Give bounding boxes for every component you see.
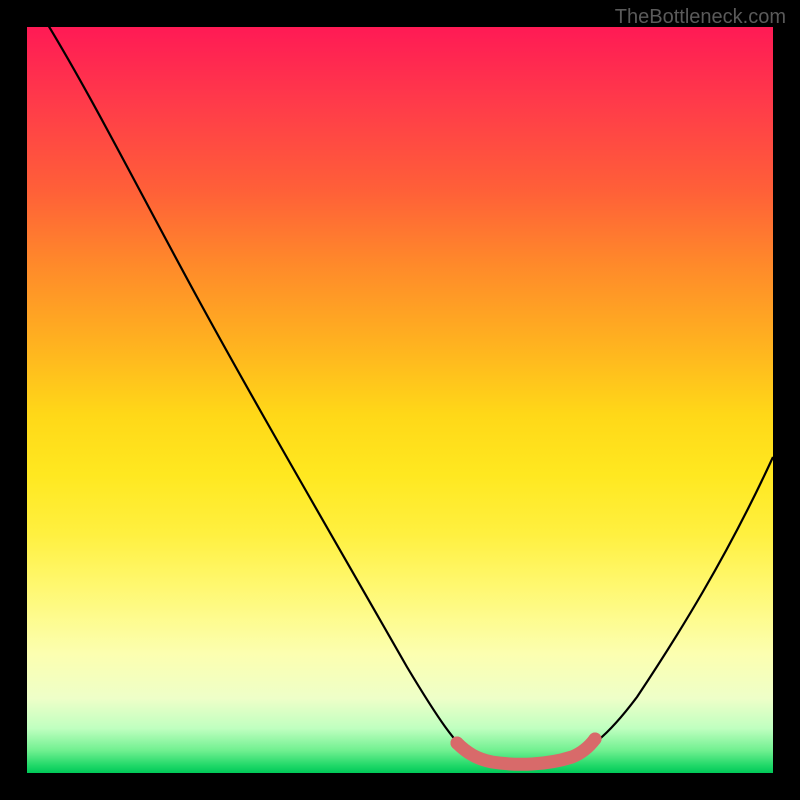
optimal-range-highlight: [457, 739, 595, 764]
chart-plot-area: [27, 27, 773, 773]
highlight-end-dot: [589, 733, 602, 746]
bottleneck-curve-line: [37, 27, 773, 763]
watermark-text: TheBottleneck.com: [615, 6, 786, 29]
bottleneck-curve-svg: [27, 27, 773, 773]
highlight-start-dot: [451, 737, 464, 750]
